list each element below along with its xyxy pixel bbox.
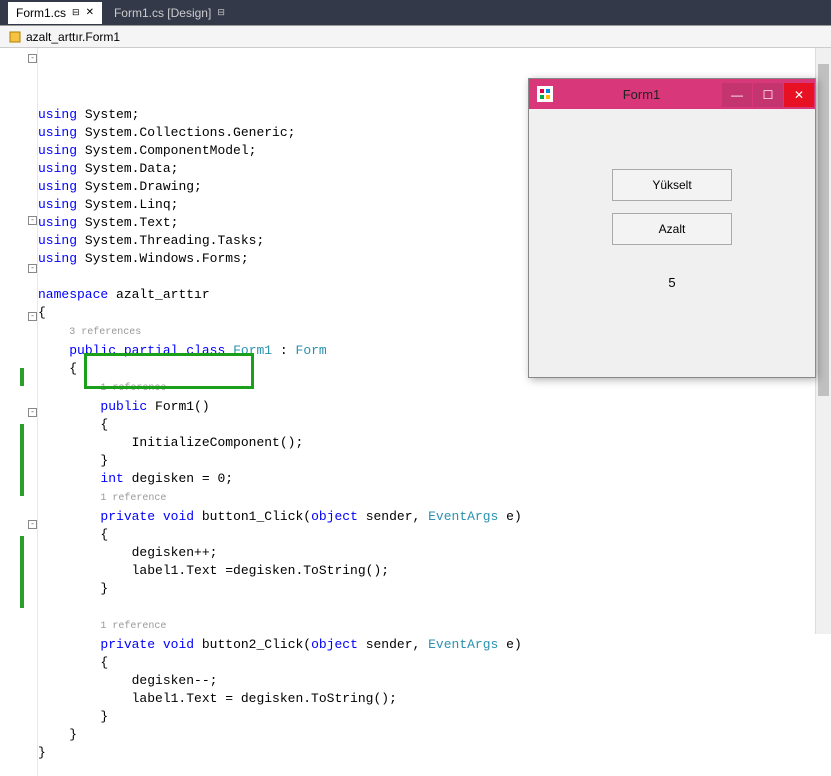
window-titlebar[interactable]: Form1 — ☐ ✕ — [529, 79, 815, 109]
class-icon — [8, 30, 22, 44]
breadcrumb[interactable]: azalt_arttır.Form1 — [0, 26, 831, 48]
tab-label: Form1.cs — [16, 6, 66, 20]
tab-form1-design[interactable]: Form1.cs [Design] ⊟ — [106, 2, 233, 24]
scrollbar-thumb[interactable] — [818, 64, 829, 396]
tab-form1-cs[interactable]: Form1.cs ⊟ ✕ — [8, 2, 102, 24]
fold-icon[interactable]: - — [28, 312, 37, 321]
change-marker — [20, 536, 24, 608]
change-marker — [20, 424, 24, 496]
yukselt-button[interactable]: Yükselt — [612, 169, 732, 201]
fold-icon[interactable]: - — [28, 54, 37, 63]
fold-icon[interactable]: - — [28, 216, 37, 225]
gutter: - - - - - - — [0, 48, 38, 776]
form-client-area: Yükselt Azalt 5 — [529, 109, 815, 310]
tab-label: Form1.cs [Design] — [114, 6, 211, 20]
app-icon — [537, 86, 553, 102]
highlight-box — [84, 353, 254, 389]
pin-icon[interactable]: ⊟ — [72, 7, 80, 18]
value-label: 5 — [549, 275, 795, 290]
breadcrumb-text: azalt_arttır.Form1 — [26, 30, 120, 44]
azalt-button[interactable]: Azalt — [612, 213, 732, 245]
running-form1-window[interactable]: Form1 — ☐ ✕ Yükselt Azalt 5 — [528, 78, 816, 378]
close-button[interactable]: ✕ — [784, 83, 814, 107]
vertical-scrollbar[interactable] — [815, 48, 831, 634]
window-title: Form1 — [561, 87, 722, 102]
fold-icon[interactable]: - — [28, 264, 37, 273]
fold-icon[interactable]: - — [28, 408, 37, 417]
minimize-button[interactable]: — — [722, 83, 752, 107]
close-icon[interactable]: ✕ — [86, 7, 94, 18]
change-marker — [20, 368, 24, 386]
tab-bar: Form1.cs ⊟ ✕ Form1.cs [Design] ⊟ — [0, 0, 831, 26]
pin-icon[interactable]: ⊟ — [217, 7, 225, 18]
maximize-button[interactable]: ☐ — [753, 83, 783, 107]
fold-icon[interactable]: - — [28, 520, 37, 529]
